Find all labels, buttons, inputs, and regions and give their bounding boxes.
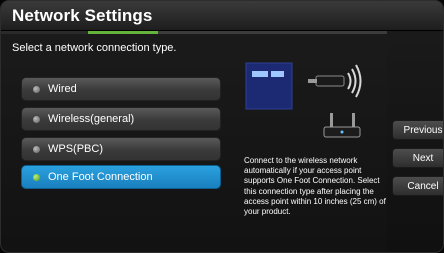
option-one-foot-connection[interactable]: One Foot Connection <box>21 165 221 189</box>
step-progress-bar <box>1 31 443 34</box>
progress-step-3 <box>233 31 313 34</box>
button-column <box>387 31 443 252</box>
option-label: WPS(PBC) <box>48 143 103 155</box>
option-wireless-general[interactable]: Wireless(general) <box>21 107 221 131</box>
progress-step-4 <box>313 31 393 34</box>
instruction-text: Select a network connection type. <box>12 42 177 54</box>
radio-dot-icon <box>33 86 40 93</box>
radio-dot-icon <box>33 116 40 123</box>
progress-step-2 <box>158 31 233 34</box>
next-button[interactable]: Next <box>392 148 443 168</box>
access-point-icon <box>323 113 361 138</box>
connection-description: Connect to the wireless network automati… <box>244 156 386 217</box>
wireless-signal-icon <box>347 64 362 98</box>
window-title: Network Settings <box>12 6 153 25</box>
tv-screen-icon <box>245 62 293 110</box>
connection-illustration <box>245 62 362 138</box>
option-label: Wireless(general) <box>48 113 135 125</box>
previous-button[interactable]: Previous <box>392 120 443 140</box>
progress-step-1 <box>88 31 158 34</box>
title-bar: Network Settings <box>1 1 443 31</box>
adapter-icon <box>308 75 345 87</box>
radio-dot-icon <box>33 174 40 181</box>
option-wired[interactable]: Wired <box>21 77 221 101</box>
radio-dot-icon <box>33 146 40 153</box>
option-label: One Foot Connection <box>48 171 153 183</box>
option-wps-pbc[interactable]: WPS(PBC) <box>21 137 221 161</box>
network-settings-window: Network Settings Select a network connec… <box>0 0 444 253</box>
option-label: Wired <box>48 83 77 95</box>
cancel-button[interactable]: Cancel <box>392 176 443 196</box>
